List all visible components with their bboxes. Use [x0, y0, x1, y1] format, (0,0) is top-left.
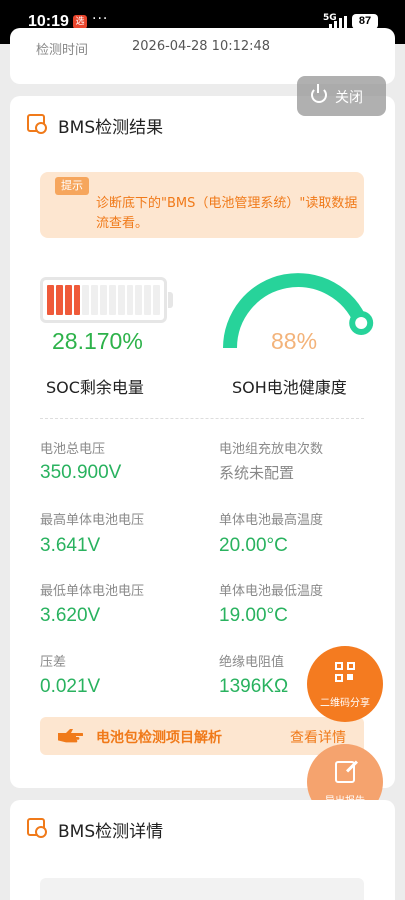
divider: [40, 418, 364, 419]
metric-value-charge-cycles: 系统未配置: [219, 464, 295, 482]
soc-cell-filled: [47, 285, 54, 315]
soc-cell-empty: [117, 285, 125, 315]
metric-value-insulation: 1396KΩ: [219, 676, 289, 697]
soc-battery-icon: [40, 277, 173, 323]
export-report-icon: [335, 761, 355, 783]
metric-value-min-cell-voltage: 3.620V: [40, 605, 101, 626]
soc-cell-filled: [55, 285, 63, 315]
metric-label-total-voltage: 电池总电压: [40, 442, 106, 457]
metric-label-insulation: 绝缘电阻值: [219, 655, 285, 670]
metric-value-max-cell-voltage: 3.641V: [40, 535, 101, 556]
soc-cell-empty: [135, 285, 143, 315]
metric-label-min-cell-voltage: 最低单体电池电压: [40, 584, 145, 599]
metric-value-max-cell-temp: 20.00°C: [219, 535, 288, 556]
soc-cell-empty: [153, 285, 160, 315]
analysis-title: 电池包检测项目解析: [96, 730, 222, 746]
notification-badge-icon: 选: [73, 15, 87, 29]
tip-text: 诊断底下的"BMS（电池管理系统）"读取数据流查看。: [96, 196, 358, 231]
power-icon: [311, 84, 327, 103]
soc-cell-empty: [82, 285, 90, 315]
close-button[interactable]: 关闭: [297, 76, 386, 116]
metric-label-min-cell-temp: 单体电池最低温度: [219, 584, 324, 599]
tip-box: 提示 诊断底下的"BMS（电池管理系统）"读取数据流查看。: [40, 172, 364, 238]
signal-icon: [329, 16, 347, 28]
battery-icon: 87: [352, 14, 378, 29]
soc-value: 28.170%: [52, 328, 143, 354]
pointing-hand-icon: [58, 729, 83, 743]
soc-battery-cells: [47, 285, 160, 315]
soc-cell-empty: [108, 285, 116, 315]
metric-label-voltage-diff: 压差: [40, 655, 67, 670]
report-icon: [27, 114, 47, 134]
more-notifications-icon: ···: [92, 11, 109, 27]
metric-label-max-cell-voltage: 最高单体电池电压: [40, 513, 145, 528]
soc-cell-empty: [144, 285, 152, 315]
soh-value: 88%: [271, 328, 318, 354]
soc-cell-filled: [73, 285, 81, 315]
soc-cell-filled: [64, 285, 72, 315]
metric-value-min-cell-temp: 19.00°C: [219, 605, 288, 626]
battery-analysis-bar[interactable]: 电池包检测项目解析 查看详情: [40, 717, 364, 755]
metric-label-charge-cycles: 电池组充放电次数: [219, 442, 324, 457]
qr-share-label: 二维码分享: [320, 698, 370, 709]
detail-content-strip: [40, 878, 364, 900]
detection-time-value: 2026-04-28 10:12:48: [132, 39, 271, 54]
metric-label-max-cell-temp: 单体电池最高温度: [219, 513, 324, 528]
soc-cell-empty: [126, 285, 134, 315]
soh-label: SOH电池健康度: [232, 378, 347, 397]
qr-share-button[interactable]: 二维码分享: [307, 646, 383, 722]
qr-code-icon: [335, 662, 357, 684]
detail-report-icon: [27, 818, 47, 838]
section-title-results: BMS检测结果: [58, 118, 164, 138]
soc-cell-empty: [100, 285, 107, 315]
metric-value-total-voltage: 350.900V: [40, 462, 122, 483]
soc-label: SOC剩余电量: [46, 378, 144, 397]
soc-cell-empty: [91, 285, 99, 315]
soh-gauge-knob-center: [355, 317, 368, 329]
detection-time-label: 检测时间: [36, 43, 89, 58]
metric-value-voltage-diff: 0.021V: [40, 676, 101, 697]
close-button-label: 关闭: [335, 90, 363, 106]
section-title-details: BMS检测详情: [58, 822, 164, 842]
tip-tag: 提示: [55, 177, 89, 195]
